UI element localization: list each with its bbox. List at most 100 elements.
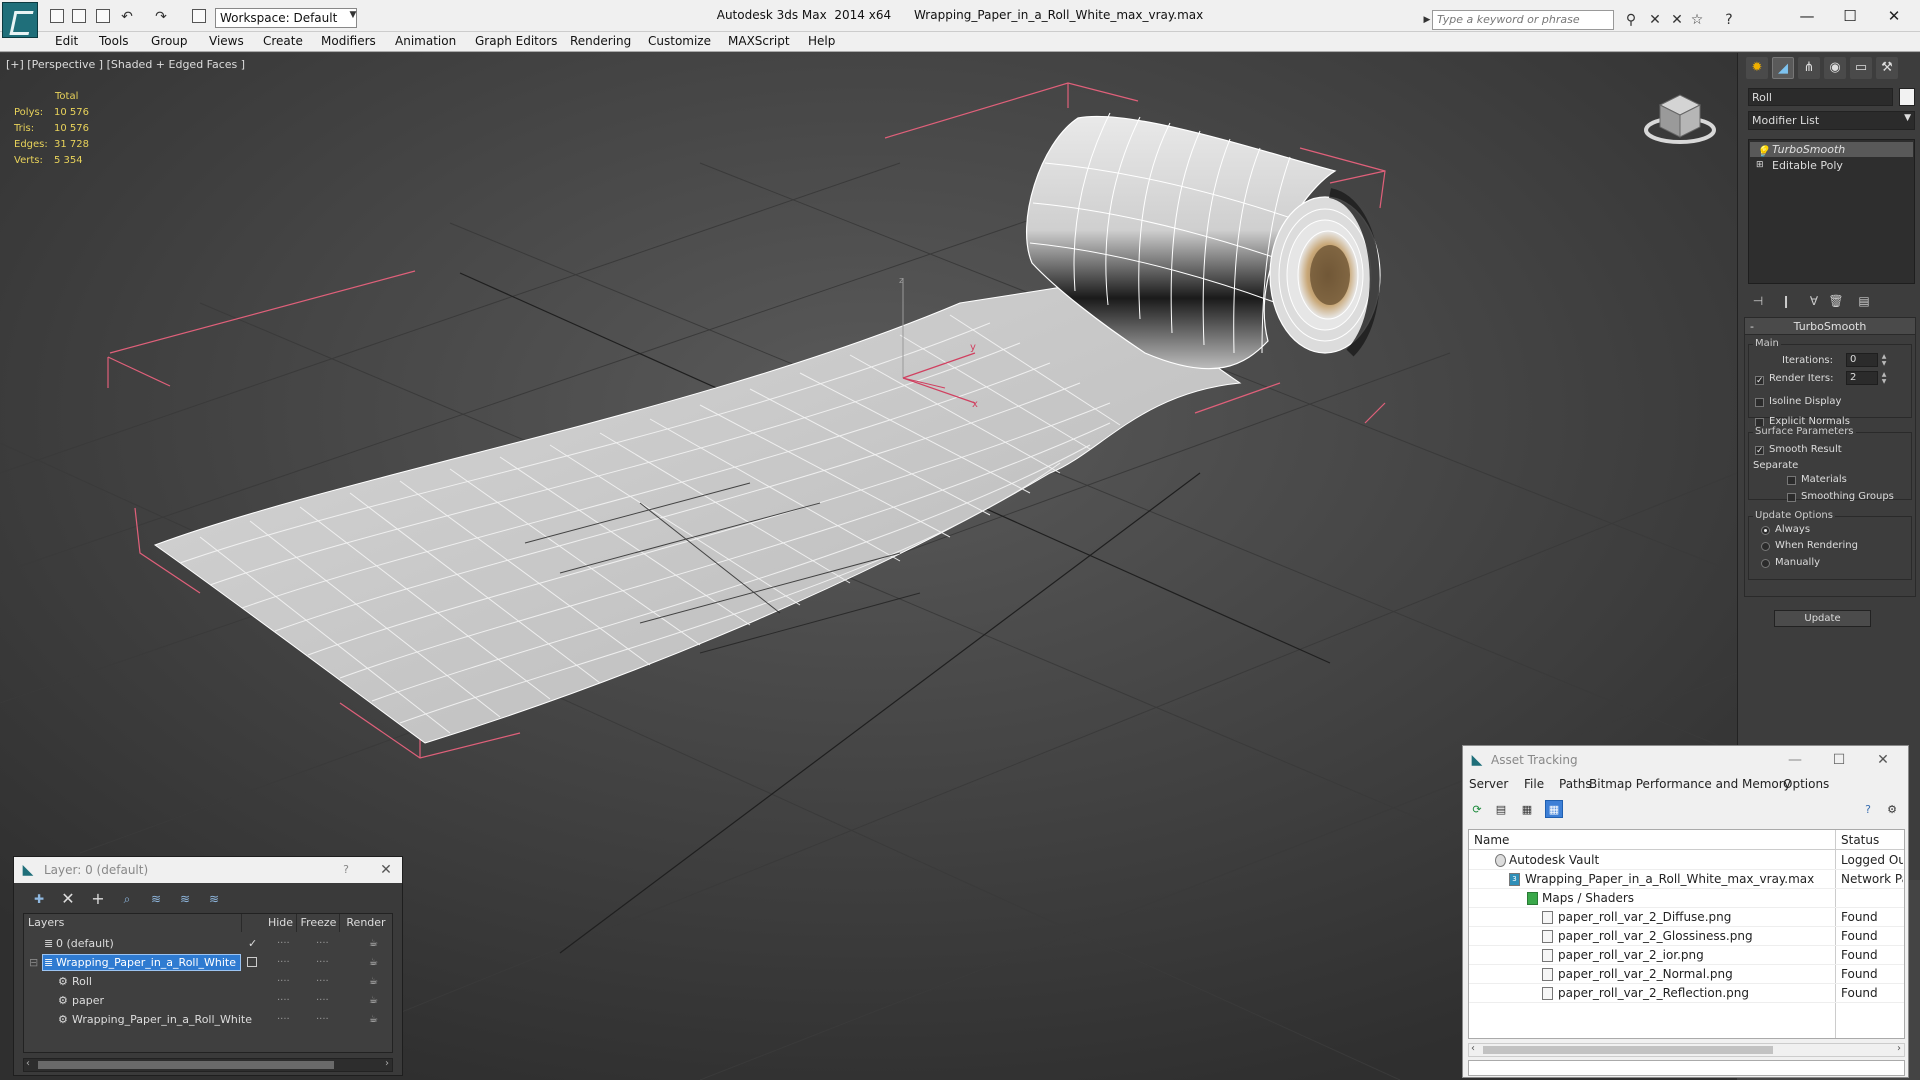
layer-row[interactable]: ⊟ ≣ Wrapping_Paper_in_a_Roll_White ···· …: [24, 953, 392, 972]
remove-modifier-icon[interactable]: 🗑: [1828, 293, 1844, 309]
render-iters-checkbox[interactable]: ✓: [1755, 376, 1764, 386]
collapse-icon[interactable]: ⊟: [29, 953, 38, 972]
smooth-result-checkbox[interactable]: ✓: [1755, 446, 1764, 456]
hide-column-header[interactable]: Hide: [265, 914, 297, 932]
stack-item-turbosmooth[interactable]: 💡 TurboSmooth: [1750, 142, 1913, 158]
asset-horizontal-scrollbar[interactable]: ‹ ›: [1468, 1043, 1905, 1057]
close-button[interactable]: ✕: [1884, 6, 1904, 26]
asset-row[interactable]: paper_roll_var_2_Normal.png Found: [1469, 965, 1904, 984]
workspace-dropdown-icon[interactable]: ▼: [344, 6, 362, 24]
undo-icon[interactable]: ↶: [118, 8, 136, 26]
freeze-toggle[interactable]: ····: [316, 972, 329, 991]
layer-row[interactable]: ≣ 0 (default) ✓ ···· ···· ☕: [24, 934, 392, 953]
lightbulb-icon[interactable]: 💡: [1756, 144, 1770, 158]
menu-help[interactable]: Help: [808, 34, 835, 48]
render-teapot-icon[interactable]: ☕: [369, 991, 378, 1010]
table-view-icon[interactable]: ▦: [1518, 800, 1536, 818]
asset-row[interactable]: Autodesk Vault Logged Out: [1469, 851, 1904, 870]
utilities-tab-icon[interactable]: ⚒: [1876, 57, 1898, 79]
status-column-header[interactable]: Status: [1836, 830, 1904, 850]
maximize-icon[interactable]: ☐: [1829, 750, 1849, 770]
modifier-list-dropdown[interactable]: Modifier List ▼: [1748, 111, 1915, 130]
create-tab-icon[interactable]: ✹: [1746, 57, 1768, 79]
pin-stack-icon[interactable]: ⊣: [1750, 293, 1766, 309]
set-active-box[interactable]: [247, 957, 257, 967]
scrollbar-thumb[interactable]: [38, 1061, 334, 1069]
asset-row[interactable]: Maps / Shaders: [1469, 889, 1904, 908]
highlight-layer-icon[interactable]: ≋: [147, 890, 165, 908]
menu-animation[interactable]: Animation: [395, 34, 456, 48]
menu-graph-editors[interactable]: Graph Editors: [475, 34, 557, 48]
new-file-icon[interactable]: [50, 9, 64, 23]
layer-horizontal-scrollbar[interactable]: ‹ ›: [23, 1058, 393, 1072]
asset-menu-options[interactable]: Options: [1783, 777, 1829, 791]
hide-toggle[interactable]: ····: [277, 953, 290, 972]
freeze-column-header[interactable]: Freeze: [298, 914, 340, 932]
name-column-header[interactable]: Name: [1469, 830, 1835, 850]
menu-tools[interactable]: Tools: [99, 34, 129, 48]
render-column-header[interactable]: Render: [341, 914, 391, 932]
menu-create[interactable]: Create: [263, 34, 303, 48]
layer-row[interactable]: ⚙ Roll ···· ···· ☕: [24, 972, 392, 991]
menu-modifiers[interactable]: Modifiers: [321, 34, 376, 48]
scroll-left-icon[interactable]: ‹: [26, 1058, 30, 1069]
asset-menu-server[interactable]: Server: [1469, 777, 1508, 791]
materials-checkbox[interactable]: [1787, 476, 1796, 485]
always-radio[interactable]: [1761, 526, 1770, 535]
close-icon[interactable]: ✕: [1873, 750, 1893, 770]
search-input[interactable]: Type a keyword or phrase: [1432, 10, 1614, 30]
iterations-spinner[interactable]: 0: [1846, 353, 1878, 367]
display-tab-icon[interactable]: ▭: [1850, 57, 1872, 79]
when-rendering-radio[interactable]: [1761, 542, 1770, 551]
render-teapot-icon[interactable]: ☕: [369, 934, 378, 953]
hide-toggle[interactable]: ····: [277, 991, 290, 1010]
freeze-toggle[interactable]: ····: [316, 934, 329, 953]
manually-radio[interactable]: [1761, 559, 1770, 568]
asset-path-field[interactable]: [1468, 1060, 1905, 1076]
motion-tab-icon[interactable]: ◉: [1824, 57, 1846, 79]
scroll-right-icon[interactable]: ›: [385, 1058, 389, 1069]
layers-column-header[interactable]: Layers: [28, 914, 242, 932]
render-iters-spinner[interactable]: 2: [1846, 371, 1878, 385]
show-end-result-icon[interactable]: ❙: [1778, 293, 1794, 309]
scroll-right-icon[interactable]: ›: [1897, 1043, 1901, 1054]
list-view-icon[interactable]: ▤: [1492, 800, 1510, 818]
asset-menu-paths[interactable]: Paths: [1559, 777, 1592, 791]
scrollbar-thumb[interactable]: [1483, 1046, 1773, 1054]
minimize-icon[interactable]: —: [1785, 750, 1805, 770]
hide-toggle[interactable]: ····: [277, 1010, 290, 1029]
object-name-field[interactable]: Roll: [1748, 88, 1893, 106]
layer-window-title-bar[interactable]: ◣ Layer: 0 (default) ? ✕: [14, 857, 402, 883]
workspace-select[interactable]: Workspace: Default: [215, 8, 357, 28]
spinner-arrows-icon[interactable]: ▲ ▼: [1880, 371, 1888, 385]
help-icon[interactable]: ?: [1720, 11, 1738, 29]
asset-menu-file[interactable]: File: [1524, 777, 1544, 791]
spinner-arrows-icon[interactable]: ▲ ▼: [1880, 353, 1888, 367]
create-layer-icon[interactable]: ✚: [30, 890, 48, 908]
asset-row[interactable]: paper_roll_var_2_Diffuse.png Found: [1469, 908, 1904, 927]
redo-icon[interactable]: ↷: [152, 8, 170, 26]
smoothing-groups-checkbox[interactable]: [1787, 493, 1796, 502]
maximize-button[interactable]: ☐: [1840, 6, 1860, 26]
hierarchy-tab-icon[interactable]: ⋔: [1798, 57, 1820, 79]
menu-views[interactable]: Views: [209, 34, 244, 48]
stack-item-editable-poly[interactable]: ⊞ Editable Poly: [1750, 158, 1913, 173]
render-teapot-icon[interactable]: ☕: [369, 1010, 378, 1029]
asset-row[interactable]: paper_roll_var_2_ior.png Found: [1469, 946, 1904, 965]
layer-row[interactable]: ⚙ Wrapping_Paper_in_a_Roll_White ···· ··…: [24, 1010, 392, 1029]
menu-rendering[interactable]: Rendering: [570, 34, 631, 48]
add-to-layer-icon[interactable]: +: [89, 890, 107, 908]
freeze-toggle[interactable]: ····: [316, 991, 329, 1010]
update-button[interactable]: Update: [1774, 610, 1871, 627]
isoline-display-checkbox[interactable]: [1755, 398, 1764, 407]
app-menu-button[interactable]: [2, 2, 38, 38]
scroll-left-icon[interactable]: ‹: [1471, 1043, 1475, 1054]
project-folder-icon[interactable]: [192, 9, 206, 23]
asset-menu-bitmap-performance[interactable]: Bitmap Performance and Memory: [1589, 777, 1791, 791]
rollout-header[interactable]: - TurboSmooth: [1745, 318, 1915, 335]
asset-row[interactable]: paper_roll_var_2_Glossiness.png Found: [1469, 927, 1904, 946]
settings-icon[interactable]: ⚙: [1883, 800, 1901, 818]
freeze-toggle[interactable]: ····: [316, 953, 329, 972]
render-teapot-icon[interactable]: ☕: [369, 953, 378, 972]
asset-row[interactable]: paper_roll_var_2_Reflection.png Found: [1469, 984, 1904, 1003]
